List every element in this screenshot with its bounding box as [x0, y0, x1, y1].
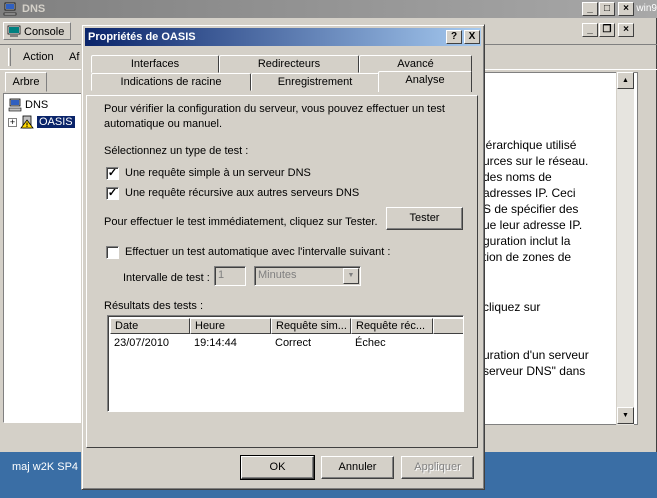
result-cell-recursive[interactable]: Échec	[351, 336, 386, 350]
apply-button[interactable]: Appliquer	[401, 456, 474, 479]
result-cell-date[interactable]: 23/07/2010	[110, 336, 169, 350]
tab-redirecteurs[interactable]: Redirecteurs	[219, 55, 359, 73]
interval-unit-value: Minutes	[258, 269, 297, 281]
description-pane: iérarchique utilisé urces sur le réseau.…	[480, 72, 638, 425]
column-header-requete-simple[interactable]: Requête sim...	[271, 318, 351, 334]
interval-unit-select[interactable]: Minutes ▼	[254, 266, 361, 286]
result-cell-heure[interactable]: 19:14:44	[190, 336, 237, 350]
tab-arbre[interactable]: Arbre	[5, 72, 47, 92]
interval-value-field[interactable]: 1	[214, 266, 246, 286]
test-button[interactable]: Tester	[386, 207, 463, 230]
description-line: uration d'un serveur	[483, 348, 589, 362]
dns-root-icon	[8, 98, 22, 112]
scroll-up-icon[interactable]: ▲	[617, 72, 634, 89]
description-line: ue leur adresse IP.	[483, 218, 583, 232]
properties-dialog: Propriétés de OASIS ? X Interfaces Redir…	[81, 24, 485, 490]
recursive-query-check-icon[interactable]: ✓	[106, 187, 119, 200]
column-header-date[interactable]: Date	[110, 318, 190, 334]
description-line: serveur DNS" dans	[483, 364, 586, 378]
simple-query-check-icon[interactable]: ✓	[106, 167, 119, 180]
mmc-title-bar: DNS _ □ × win9	[0, 0, 657, 18]
interval-label: Intervalle de test :	[123, 272, 210, 284]
tree-item-oasis-label: OASIS	[37, 116, 75, 128]
background-window-title-fragment: win9	[636, 3, 657, 14]
intro-text-line1: Pour vérifier la configuration du serveu…	[104, 103, 445, 115]
immediate-test-text: Pour effectuer le test immédiatement, cl…	[104, 216, 378, 228]
mmc-title-text: DNS	[22, 3, 46, 15]
intro-text-line2: automatique ou manuel.	[104, 118, 223, 130]
dns-app-icon	[3, 2, 17, 16]
menu-action[interactable]: Action	[23, 50, 54, 64]
tab-indications-de-racine[interactable]: Indications de racine	[91, 73, 251, 91]
recursive-query-label: Une requête récursive aux autres serveur…	[125, 187, 360, 199]
tree-item-dns-label: DNS	[25, 99, 49, 111]
result-cell-simple[interactable]: Correct	[271, 336, 311, 350]
description-line: tion de zones de	[483, 250, 572, 264]
tree-item-oasis[interactable]: + OASIS	[8, 114, 75, 130]
maximize-icon[interactable]: □	[599, 2, 615, 16]
description-line: S de spécifier des	[483, 202, 579, 216]
auto-test-check-icon[interactable]	[106, 246, 119, 259]
description-line: des noms de	[483, 170, 552, 184]
tab-enregistrement[interactable]: Enregistrement	[251, 73, 379, 91]
close-icon[interactable]: ×	[618, 2, 634, 16]
minimize-icon[interactable]: _	[582, 2, 598, 16]
dialog-close-icon[interactable]: X	[464, 30, 480, 44]
console-icon	[7, 25, 21, 37]
description-line: adresses IP. Ceci	[483, 186, 576, 200]
server-warning-icon	[20, 115, 34, 129]
tree-pane: DNS + OASIS	[3, 93, 85, 423]
ok-button[interactable]: OK	[240, 455, 315, 480]
mdi-restore-icon[interactable]: ❐	[599, 23, 615, 37]
cancel-button[interactable]: Annuler	[321, 456, 394, 479]
tab-analyse[interactable]: Analyse	[378, 71, 472, 92]
results-label: Résultats des tests :	[104, 300, 204, 312]
description-line: urces sur le réseau.	[483, 154, 589, 168]
toolbar-grip	[8, 48, 11, 66]
menu-console[interactable]: Console	[3, 22, 72, 40]
column-header-heure[interactable]: Heure	[190, 318, 271, 334]
simple-query-label: Une requête simple à un serveur DNS	[125, 167, 311, 179]
desktop-label: maj w2K SP4	[12, 461, 79, 473]
column-header-filler	[433, 318, 463, 334]
tab-interfaces[interactable]: Interfaces	[91, 55, 219, 73]
expand-icon[interactable]: +	[8, 117, 17, 127]
tree-item-dns[interactable]: DNS	[8, 97, 48, 113]
help-icon[interactable]: ?	[446, 30, 462, 44]
results-list[interactable]: Date Heure Requête sim... Requête réc...…	[107, 315, 464, 412]
scroll-down-icon[interactable]: ▼	[617, 407, 634, 424]
select-type-label: Sélectionnez un type de test :	[104, 145, 249, 157]
dialog-title: Propriétés de OASIS	[88, 31, 196, 43]
auto-test-label: Effectuer un test automatique avec l'int…	[125, 246, 391, 258]
column-header-requete-recursive[interactable]: Requête réc...	[351, 318, 433, 334]
dropdown-arrow-icon[interactable]: ▼	[343, 268, 359, 284]
vertical-scrollbar[interactable]: ▲ ▼	[616, 72, 634, 425]
mdi-minimize-icon[interactable]: _	[582, 23, 598, 37]
menu-console-label: Console	[24, 26, 65, 38]
mdi-close-icon[interactable]: ×	[618, 23, 634, 37]
analyse-panel: Pour vérifier la configuration du serveu…	[86, 95, 478, 448]
description-line: cliquez sur	[483, 300, 541, 314]
dialog-title-bar: Propriétés de OASIS ? X	[85, 28, 481, 46]
menu-affichage[interactable]: Af	[69, 50, 79, 64]
description-line: iérarchique utilisé	[483, 138, 577, 152]
description-line: guration inclut la	[483, 234, 571, 248]
